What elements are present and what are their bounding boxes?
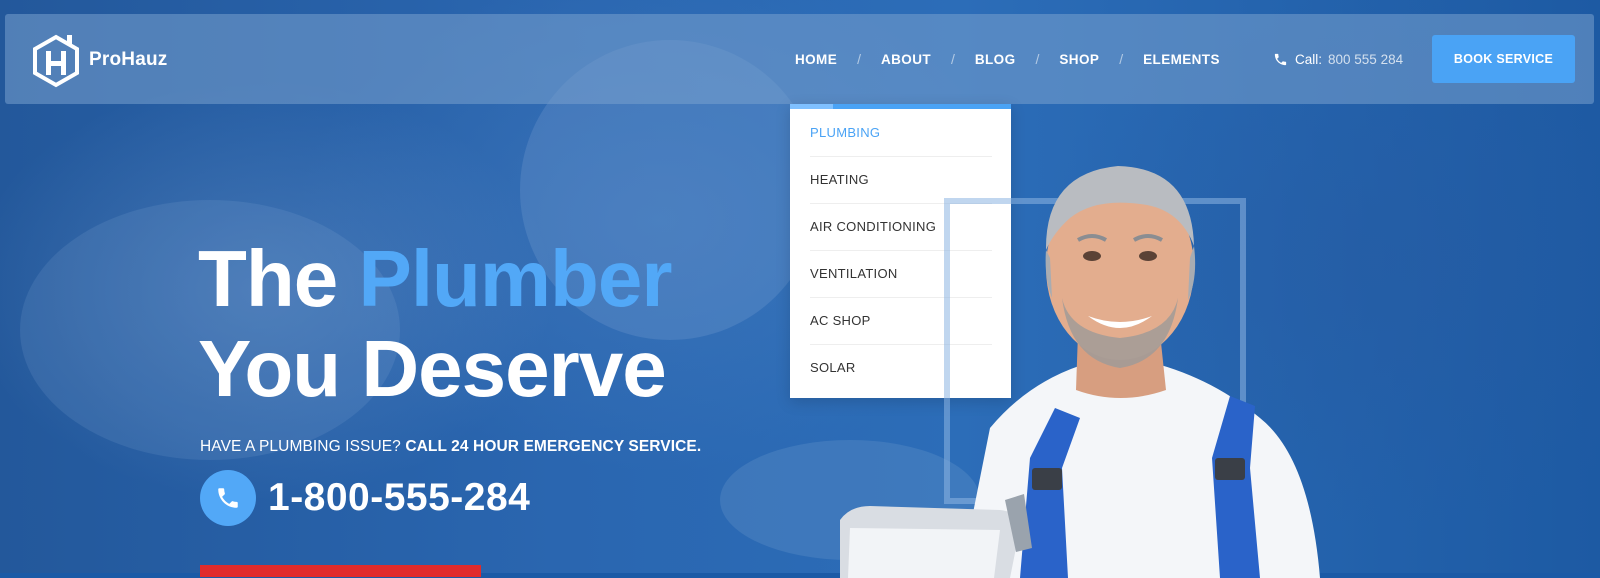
nav-item-shop[interactable]: SHOP xyxy=(1059,52,1099,67)
nav-separator: / xyxy=(1119,51,1124,67)
header-call: Call: 800 555 284 xyxy=(1273,14,1403,104)
hero-phone[interactable]: 1-800-555-284 xyxy=(200,470,530,526)
call-label: Call: xyxy=(1295,51,1323,67)
logo[interactable]: ProHauz xyxy=(29,30,199,90)
nav-item-home[interactable]: HOME xyxy=(795,52,837,67)
phone-icon xyxy=(1274,53,1287,65)
nav-separator: / xyxy=(951,51,955,67)
plumber-illustration xyxy=(840,166,1320,578)
nav-separator: / xyxy=(857,51,861,67)
hero-title-word: The xyxy=(198,234,338,323)
site-header: ProHauz HOME / ABOUT / BLOG / SHOP / ELE… xyxy=(5,14,1594,104)
phone-icon xyxy=(218,488,238,508)
hero-cta-button[interactable] xyxy=(200,565,481,577)
book-service-button[interactable]: BOOK SERVICE xyxy=(1432,35,1575,83)
nav-item-elements[interactable]: ELEMENTS xyxy=(1143,52,1220,67)
hero-title-line2: You Deserve xyxy=(198,324,667,413)
nav-item-about[interactable]: ABOUT xyxy=(881,52,931,67)
house-h-icon xyxy=(33,34,79,88)
main-nav: HOME / ABOUT / BLOG / SHOP / ELEMENTS xyxy=(795,14,1220,104)
hero-subtitle-emphasis: CALL 24 HOUR EMERGENCY SERVICE. xyxy=(405,438,702,455)
hero-subtitle: HAVE A PLUMBING ISSUE? CALL 24 HOUR EMER… xyxy=(200,438,701,456)
hero-subtitle-question: HAVE A PLUMBING ISSUE? xyxy=(200,438,401,455)
hero-title-accent: Plumber xyxy=(358,234,672,323)
nav-item-blog[interactable]: BLOG xyxy=(975,52,1016,67)
call-number[interactable]: 800 555 284 xyxy=(1328,52,1403,67)
phone-circle-icon xyxy=(200,470,256,526)
nav-separator: / xyxy=(1035,51,1040,67)
hero-title: The Plumber You Deserve xyxy=(198,234,673,414)
brand-name: ProHauz xyxy=(89,49,168,70)
hero-phone-number: 1-800-555-284 xyxy=(268,476,531,519)
